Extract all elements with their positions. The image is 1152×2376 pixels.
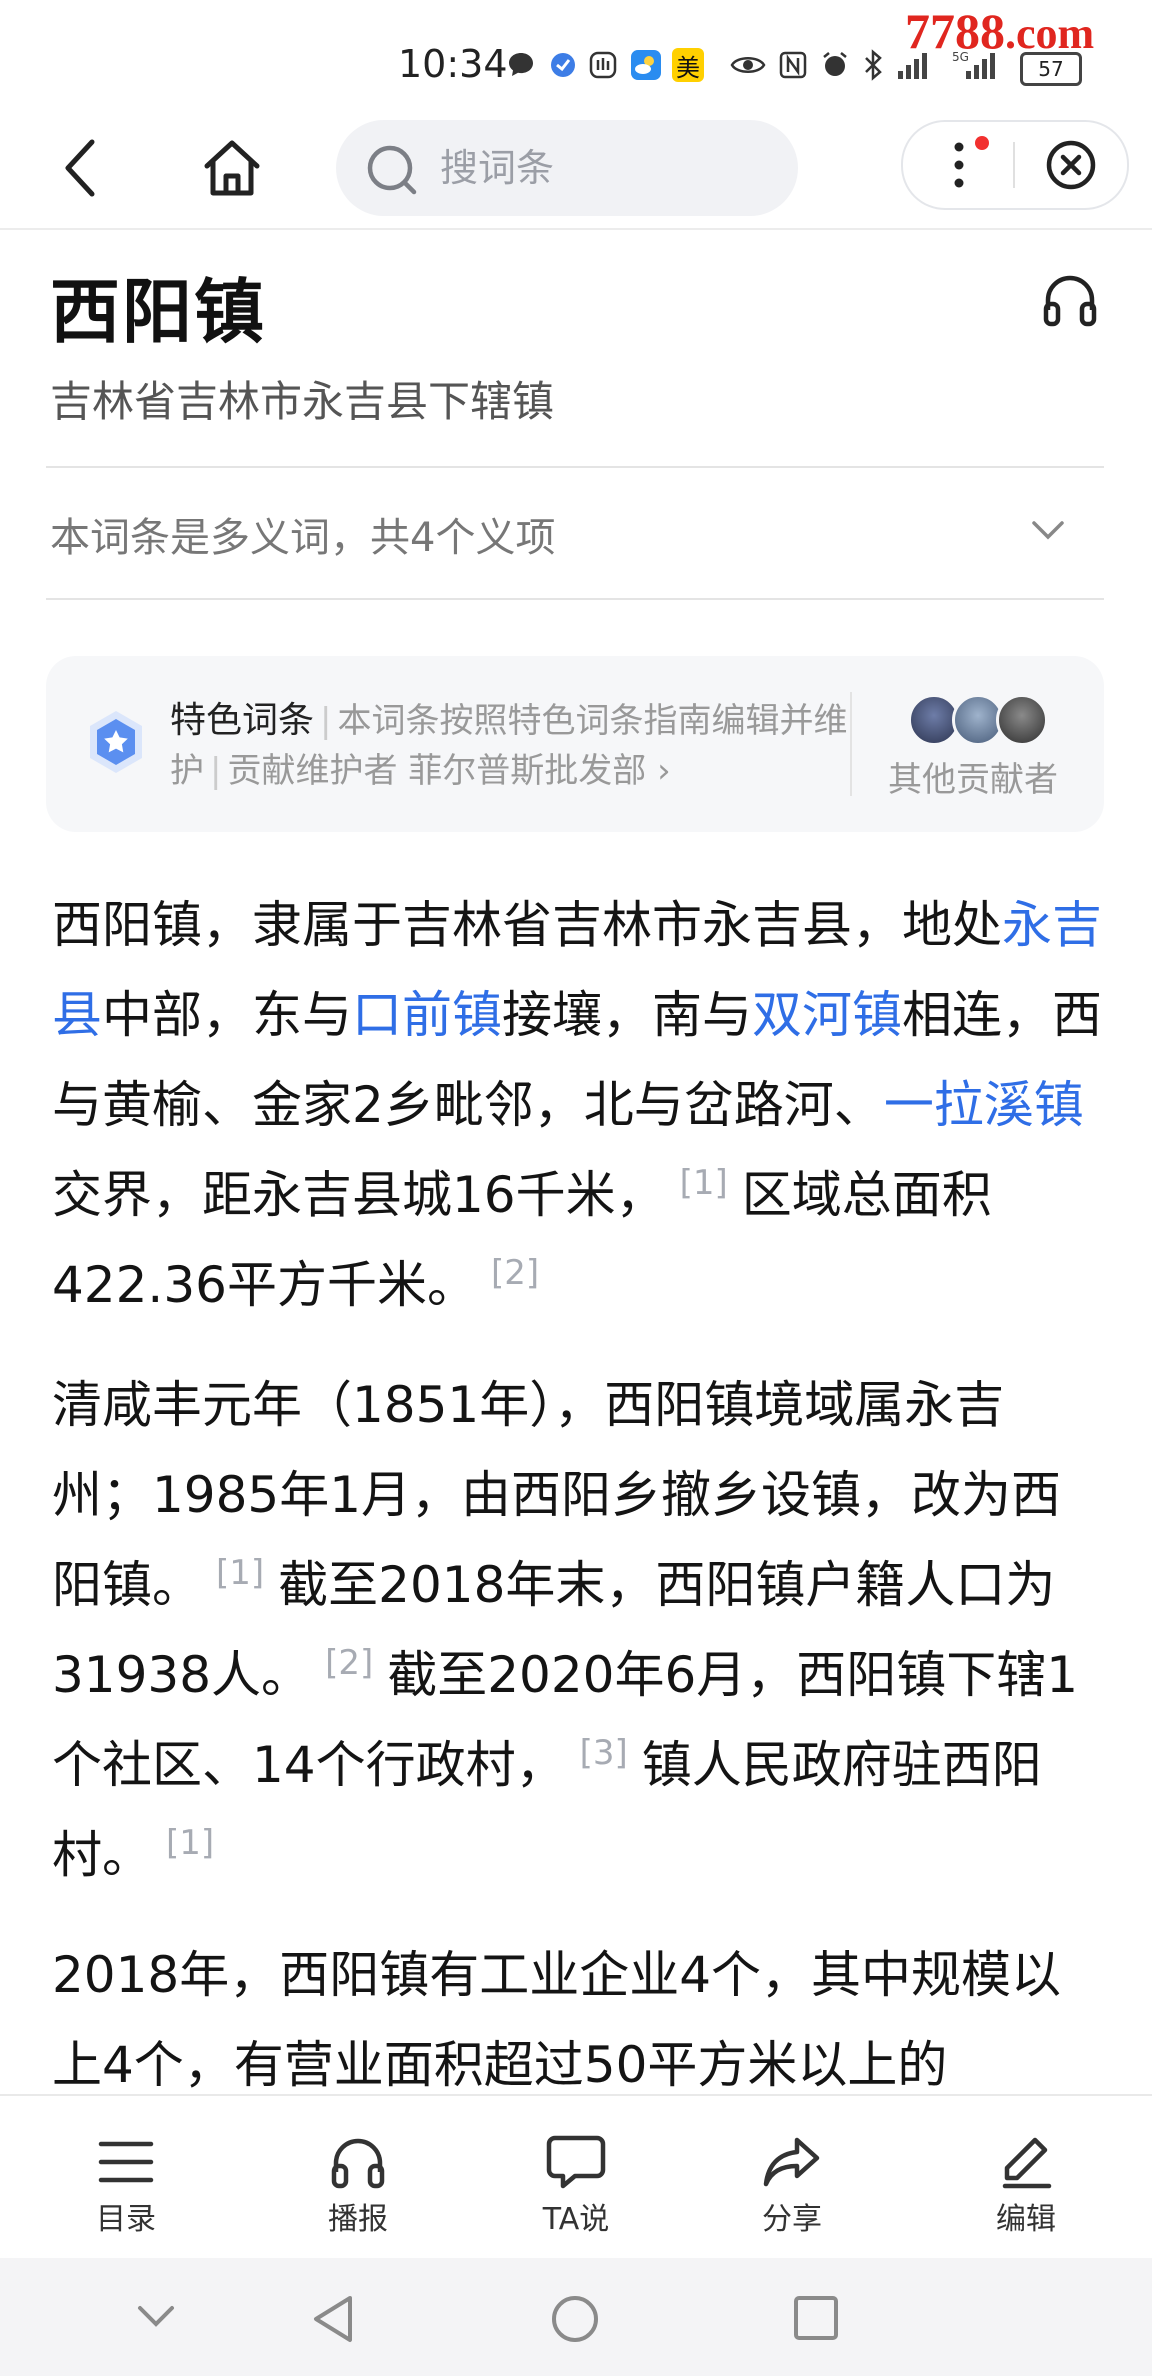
eye-icon: [730, 48, 766, 82]
more-icon: [954, 142, 964, 188]
card-divider: [850, 692, 852, 796]
divider: [46, 598, 1104, 600]
catalog-icon: [98, 2141, 154, 2183]
paragraph: 西阳镇，隶属于吉林省吉林市永吉县，地处永吉县中部，东与口前镇接壤，南与双河镇相连…: [52, 880, 1104, 1330]
system-navigation-bar: [0, 2258, 1152, 2376]
link-shuanghe[interactable]: 双河镇: [752, 986, 902, 1044]
back-nav-icon[interactable]: [310, 2294, 356, 2344]
home-button[interactable]: [196, 134, 268, 202]
divider: [46, 466, 1104, 468]
paragraph: 2018年，西阳镇有工业企业4个，其中规模以上4个，有营业面积超过50平方米以上…: [52, 1930, 1104, 2110]
tab-label: 编辑: [996, 2202, 1056, 2237]
search-box[interactable]: 搜词条: [336, 120, 798, 216]
featured-text: 特色词条 | 本词条按照特色词条指南编辑并维护 | 贡献维护者 菲尔普斯批发部 ›: [170, 700, 848, 791]
entry-subtitle: 吉林省吉林市永吉县下辖镇: [50, 377, 555, 426]
edit-icon: [1002, 2137, 1052, 2189]
capsule-divider: [1013, 142, 1015, 188]
tab-catalog[interactable]: 目录: [56, 2134, 196, 2238]
close-icon: [1046, 140, 1096, 190]
paragraph: 清咸丰元年（1851年），西阳镇境域属永吉州；1985年1月，由西阳乡撤乡设镇，…: [52, 1360, 1104, 1900]
chevron-down-icon: [1032, 521, 1064, 540]
nfc-icon: [778, 48, 808, 82]
close-button[interactable]: [1031, 134, 1111, 196]
text: 中部，东与: [102, 986, 352, 1044]
text: 西阳镇，隶属于吉林省吉林市永吉县，地处: [52, 896, 1002, 954]
chevron-right-icon: ›: [657, 751, 671, 791]
collapse-icon[interactable]: [134, 2294, 178, 2338]
mini-program-capsule: [901, 120, 1129, 210]
meituan-badge: 美: [672, 48, 704, 82]
headphones-icon: [1043, 275, 1097, 327]
avatar: [996, 694, 1048, 746]
reference-link[interactable]: [1]: [152, 1823, 228, 1863]
polysemy-expand[interactable]: [1030, 518, 1066, 546]
contributor-prefix: 贡献维护者: [227, 751, 398, 791]
search-icon: [367, 145, 417, 195]
notification-dot: [975, 136, 989, 150]
reference-link[interactable]: [1]: [666, 1163, 742, 1203]
reference-link[interactable]: [1]: [202, 1553, 278, 1593]
weather-icon: [630, 48, 662, 82]
watermark: 7788.com: [905, 2, 1094, 60]
hand-icon: [588, 48, 618, 82]
listen-button[interactable]: [1040, 270, 1100, 334]
tab-edit[interactable]: 编辑: [956, 2134, 1096, 2238]
entry-title: 西阳镇: [50, 271, 266, 353]
home-nav-icon[interactable]: [550, 2294, 600, 2344]
watermark-suffix: .com: [1005, 9, 1095, 58]
back-button[interactable]: [50, 136, 110, 200]
tab-ta-says[interactable]: TA说: [506, 2134, 646, 2238]
article-body: 西阳镇，隶属于吉林省吉林市永吉县，地处永吉县中部，东与口前镇接壤，南与双河镇相连…: [52, 880, 1104, 2140]
status-bar: 10:34 美 5G 57 7788.com: [0, 0, 1152, 120]
featured-badge-icon: [90, 711, 142, 773]
tab-label: TA说: [542, 2202, 610, 2237]
reference-link[interactable]: [2]: [311, 1643, 387, 1683]
alarm-icon: [820, 48, 850, 82]
link-kouqian[interactable]: 口前镇: [352, 986, 502, 1044]
text: 2018年，西阳镇有工业企业4个，其中规模以上4个，有营业面积超过50平方米以上…: [52, 1946, 1062, 2094]
back-icon: [65, 139, 95, 197]
reference-link[interactable]: [3]: [566, 1733, 642, 1773]
featured-entry-card[interactable]: 特色词条 | 本词条按照特色词条指南编辑并维护 | 贡献维护者 菲尔普斯批发部 › 其他…: [46, 656, 1104, 832]
share-icon: [763, 2137, 820, 2187]
status-time: 10:34: [398, 42, 508, 86]
app-notification-icon: [548, 48, 578, 82]
tab-broadcast[interactable]: 播报: [288, 2134, 428, 2238]
link-yilaxi[interactable]: 一拉溪镇: [884, 1076, 1084, 1134]
tab-label: 目录: [96, 2202, 156, 2237]
tab-label: 分享: [762, 2202, 822, 2237]
reference-link[interactable]: [2]: [477, 1253, 553, 1293]
bottom-toolbar: 目录 播报 TA说 分享 编辑: [0, 2094, 1152, 2260]
tab-label: 播报: [328, 2202, 388, 2237]
other-contributors[interactable]: 其他贡献者: [888, 752, 1058, 801]
contributor-avatars[interactable]: [908, 694, 1048, 746]
top-nav: 搜词条: [0, 120, 1152, 230]
headphones-icon: [331, 2138, 385, 2189]
text: 交界，距永吉县城16千米，: [52, 1166, 666, 1224]
featured-label: 特色词条: [170, 700, 315, 741]
watermark-main: 7788: [905, 3, 1005, 59]
tab-share[interactable]: 分享: [722, 2134, 862, 2238]
contributor-name[interactable]: 菲尔普斯批发部: [408, 751, 646, 791]
search-placeholder: 搜词条: [440, 146, 555, 190]
bluetooth-icon: [862, 48, 884, 82]
message-icon: [506, 48, 536, 82]
recents-nav-icon[interactable]: [792, 2294, 840, 2342]
text: 接壤，南与: [502, 986, 752, 1044]
home-icon: [204, 140, 260, 196]
chat-icon: [546, 2135, 606, 2189]
polysemy-notice[interactable]: 本词条是多义词，共4个义项: [50, 505, 555, 563]
